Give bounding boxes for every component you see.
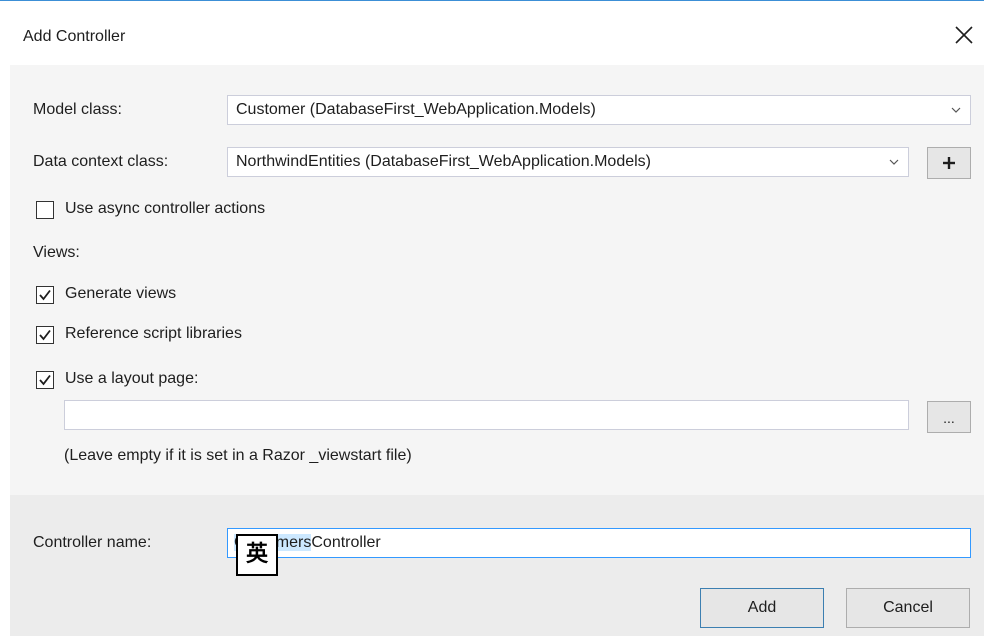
add-controller-dialog: Add Controller Model class: Customer (Da… xyxy=(0,0,984,636)
checkmark-icon xyxy=(39,374,51,386)
controller-name-rest-text: Controller xyxy=(311,534,381,551)
reference-scripts-label: Reference script libraries xyxy=(65,325,242,342)
chevron-down-icon xyxy=(889,159,899,165)
close-icon xyxy=(955,26,973,44)
layout-page-input[interactable] xyxy=(64,400,909,430)
add-data-context-button[interactable]: + xyxy=(927,147,971,179)
dialog-footer xyxy=(10,495,984,636)
checkmark-icon xyxy=(39,289,51,301)
browse-layout-button[interactable]: ... xyxy=(927,401,971,433)
async-actions-checkbox[interactable] xyxy=(36,201,54,219)
use-layout-page-label: Use a layout page: xyxy=(65,370,199,387)
views-heading: Views: xyxy=(33,244,80,261)
plus-icon xyxy=(943,157,955,169)
data-context-class-combobox[interactable]: NorthwindEntities (DatabaseFirst_WebAppl… xyxy=(227,147,909,177)
dialog-title: Add Controller xyxy=(23,28,126,45)
model-class-combobox[interactable]: Customer (DatabaseFirst_WebApplication.M… xyxy=(227,95,971,125)
chevron-down-icon xyxy=(951,107,961,113)
title-bar: Add Controller xyxy=(0,1,984,65)
data-context-class-value: NorthwindEntities (DatabaseFirst_WebAppl… xyxy=(236,153,651,170)
data-context-class-label: Data context class: xyxy=(33,153,169,170)
checkmark-icon xyxy=(39,329,51,341)
generate-views-label: Generate views xyxy=(65,285,177,302)
model-class-value: Customer (DatabaseFirst_WebApplication.M… xyxy=(236,101,596,118)
layout-hint-text: (Leave empty if it is set in a Razor _vi… xyxy=(64,447,412,464)
generate-views-checkbox[interactable] xyxy=(36,286,54,304)
model-class-label: Model class: xyxy=(33,101,122,118)
controller-name-input[interactable]: CustomersController xyxy=(227,528,971,558)
controller-name-label: Controller name: xyxy=(33,534,152,551)
ime-mode-indicator: 英 xyxy=(236,534,278,576)
use-layout-page-checkbox[interactable] xyxy=(36,371,54,389)
browse-layout-label: ... xyxy=(943,410,955,426)
cancel-button[interactable]: Cancel xyxy=(846,588,970,628)
reference-scripts-checkbox[interactable] xyxy=(36,326,54,344)
async-actions-label: Use async controller actions xyxy=(65,200,266,217)
close-button[interactable] xyxy=(952,23,976,47)
add-button[interactable]: Add xyxy=(700,588,824,628)
dialog-body xyxy=(10,65,984,495)
